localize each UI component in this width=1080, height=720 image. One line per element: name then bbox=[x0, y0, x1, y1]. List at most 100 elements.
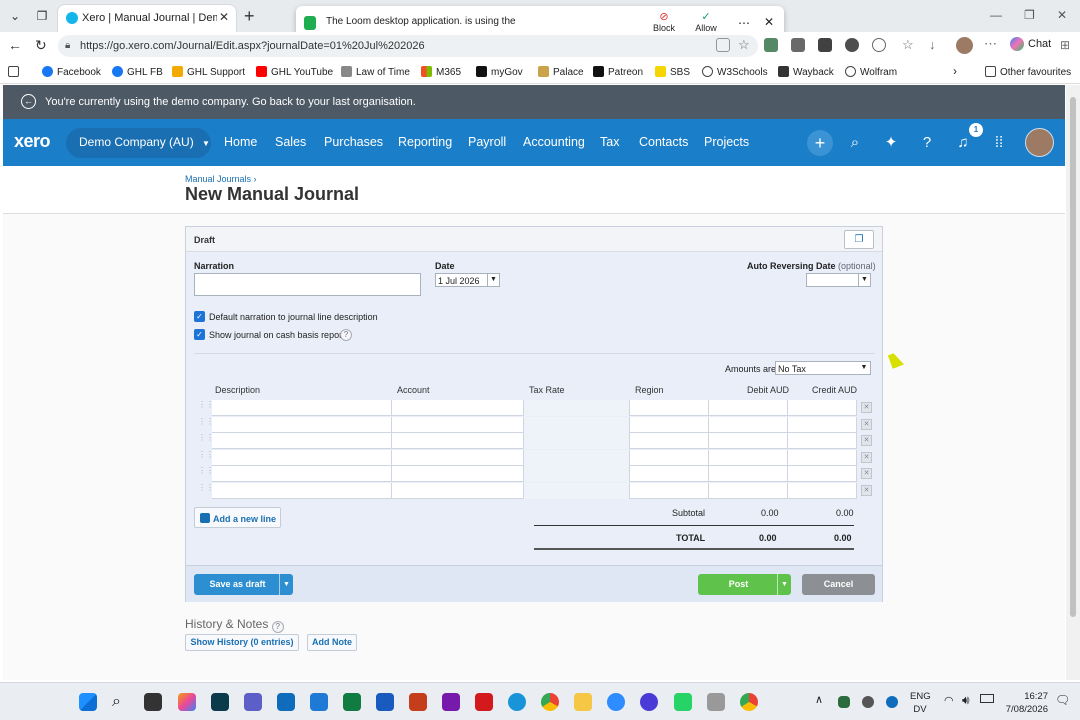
table-cell[interactable] bbox=[212, 449, 392, 466]
nav-sales[interactable]: Sales bbox=[275, 135, 306, 149]
tray-app-icon[interactable] bbox=[838, 696, 850, 708]
bookmark-facebook[interactable]: Facebook bbox=[42, 66, 101, 78]
app-icon[interactable] bbox=[211, 693, 229, 711]
table-cell[interactable] bbox=[524, 400, 630, 416]
nav-reporting[interactable]: Reporting bbox=[398, 135, 452, 149]
excel-icon[interactable] bbox=[343, 693, 361, 711]
copilot-app-icon[interactable] bbox=[178, 693, 196, 711]
table-cell[interactable] bbox=[788, 449, 857, 466]
tray-app-icon[interactable] bbox=[862, 696, 874, 708]
nav-purchases[interactable]: Purchases bbox=[324, 135, 383, 149]
onedrive-icon[interactable] bbox=[886, 696, 898, 708]
table-cell[interactable] bbox=[709, 466, 788, 482]
table-cell[interactable] bbox=[524, 416, 630, 433]
table-cell[interactable] bbox=[709, 482, 788, 499]
bookmark-mygov[interactable]: myGov bbox=[476, 66, 523, 78]
table-cell[interactable] bbox=[630, 449, 709, 466]
narration-input[interactable] bbox=[194, 273, 421, 296]
tab-list-chevron-icon[interactable]: ⌄ bbox=[6, 7, 24, 25]
back-icon[interactable]: ← bbox=[8, 37, 22, 53]
bookmark-patreon[interactable]: Patreon bbox=[593, 66, 643, 78]
notification-center-icon[interactable]: 🗨︎ bbox=[1055, 693, 1070, 707]
favourite-star-icon[interactable]: ☆ bbox=[738, 38, 752, 52]
task-view-icon[interactable] bbox=[144, 693, 162, 711]
show-history-button[interactable]: Show History (0 entries) bbox=[185, 634, 299, 651]
create-new-icon[interactable]: + bbox=[807, 130, 833, 156]
table-cell[interactable] bbox=[788, 482, 857, 499]
zoom-icon[interactable] bbox=[607, 693, 625, 711]
app-icon[interactable] bbox=[244, 693, 262, 711]
block-button[interactable]: ⊘ Block bbox=[644, 10, 684, 33]
table-cell[interactable] bbox=[524, 449, 630, 466]
reader-mode-icon[interactable] bbox=[716, 38, 730, 52]
scrollbar-thumb[interactable] bbox=[1070, 97, 1076, 617]
favourites-icon[interactable]: ☆ bbox=[902, 38, 916, 52]
table-cell[interactable] bbox=[709, 433, 788, 449]
table-cell[interactable] bbox=[709, 400, 788, 416]
table-cell[interactable] bbox=[709, 416, 788, 433]
copy-icon[interactable]: ❐ bbox=[844, 230, 874, 249]
bookmarks-menu-icon[interactable] bbox=[8, 66, 23, 78]
restore-icon[interactable]: ❐ bbox=[1024, 8, 1035, 22]
table-cell[interactable] bbox=[392, 466, 524, 482]
table-cell[interactable] bbox=[392, 433, 524, 449]
apps-grid-icon[interactable]: ⁞⁞ bbox=[989, 133, 1009, 153]
delete-line-icon[interactable]: ✕ bbox=[861, 402, 872, 413]
table-cell[interactable] bbox=[630, 433, 709, 449]
chevron-down-icon[interactable]: ▼ bbox=[279, 574, 293, 595]
app-icon[interactable] bbox=[640, 693, 658, 711]
start-windows-icon[interactable] bbox=[79, 693, 97, 711]
bookmark-m365[interactable]: M365 bbox=[421, 66, 461, 78]
battery-icon[interactable] bbox=[980, 694, 994, 703]
system-clock[interactable]: 16:27 7/08/2026 bbox=[1000, 690, 1048, 716]
delete-line-icon[interactable]: ✕ bbox=[861, 418, 872, 430]
table-cell[interactable] bbox=[392, 449, 524, 466]
help-icon[interactable]: ? bbox=[340, 329, 352, 341]
organisation-switcher[interactable]: Demo Company (AU) ▼ bbox=[66, 128, 211, 158]
browser-tab-xero[interactable]: Xero | Manual Journal | Demo Co ✕ bbox=[57, 4, 237, 32]
add-note-button[interactable]: Add Note bbox=[307, 634, 357, 651]
close-popup-icon[interactable]: ✕ bbox=[764, 15, 774, 29]
table-cell[interactable] bbox=[392, 416, 524, 433]
nav-home[interactable]: Home bbox=[224, 135, 257, 149]
nav-payroll[interactable]: Payroll bbox=[468, 135, 506, 149]
workspaces-icon[interactable]: ❐ bbox=[33, 7, 51, 25]
table-cell[interactable] bbox=[212, 482, 392, 499]
table-cell[interactable] bbox=[392, 482, 524, 499]
more-icon[interactable]: ⋯ bbox=[738, 16, 750, 30]
bookmark-ghl-fb[interactable]: GHL FB bbox=[112, 66, 163, 78]
delete-line-icon[interactable]: ✕ bbox=[861, 435, 872, 446]
cancel-button[interactable]: Cancel bbox=[802, 574, 875, 595]
bookmark-sbs[interactable]: SBS bbox=[655, 66, 690, 78]
settings-more-icon[interactable]: ⋯ bbox=[984, 37, 998, 52]
drag-handle-icon[interactable]: ⋮⋮ bbox=[198, 417, 214, 431]
xero-logo[interactable]: xero bbox=[14, 131, 51, 152]
tray-chevron-icon[interactable]: ∧ bbox=[815, 693, 823, 706]
delete-line-icon[interactable]: ✕ bbox=[861, 468, 872, 479]
delete-line-icon[interactable]: ✕ bbox=[861, 451, 872, 463]
drag-handle-icon[interactable]: ⋮⋮ bbox=[198, 450, 214, 464]
extension-icon[interactable] bbox=[791, 38, 805, 52]
post-button[interactable]: Post ▼ bbox=[698, 574, 791, 595]
drag-handle-icon[interactable]: ⋮⋮ bbox=[198, 434, 214, 447]
whatsapp-icon[interactable] bbox=[674, 693, 692, 711]
drag-handle-icon[interactable]: ⋮⋮ bbox=[198, 401, 214, 414]
date-picker[interactable]: 1 Jul 2026 ▼ bbox=[435, 273, 500, 287]
allow-button[interactable]: ✓ Allow bbox=[686, 10, 726, 33]
volume-icon[interactable]: 🔊︎ bbox=[962, 693, 970, 708]
snipping-tool-icon[interactable] bbox=[707, 693, 725, 711]
table-cell[interactable] bbox=[524, 466, 630, 482]
bookmark-ghl-youtube[interactable]: GHL YouTube bbox=[256, 66, 333, 78]
add-new-line-button[interactable]: Add a new line bbox=[194, 507, 281, 528]
close-window-icon[interactable]: ✕ bbox=[1057, 8, 1067, 22]
ai-assistant-icon[interactable]: ✦ bbox=[881, 133, 901, 153]
drag-handle-icon[interactable]: ⋮⋮ bbox=[198, 467, 214, 480]
auto-reversing-date-picker[interactable]: ▼ bbox=[806, 273, 871, 287]
nav-contacts[interactable]: Contacts bbox=[639, 135, 688, 149]
more-bookmarks-chevron-icon[interactable]: › bbox=[953, 64, 957, 78]
onenote-icon[interactable] bbox=[442, 693, 460, 711]
edge-icon[interactable] bbox=[508, 693, 526, 711]
table-cell[interactable] bbox=[212, 466, 392, 482]
amounts-are-select[interactable]: No Tax ▼ bbox=[775, 361, 871, 375]
table-cell[interactable] bbox=[788, 400, 857, 416]
